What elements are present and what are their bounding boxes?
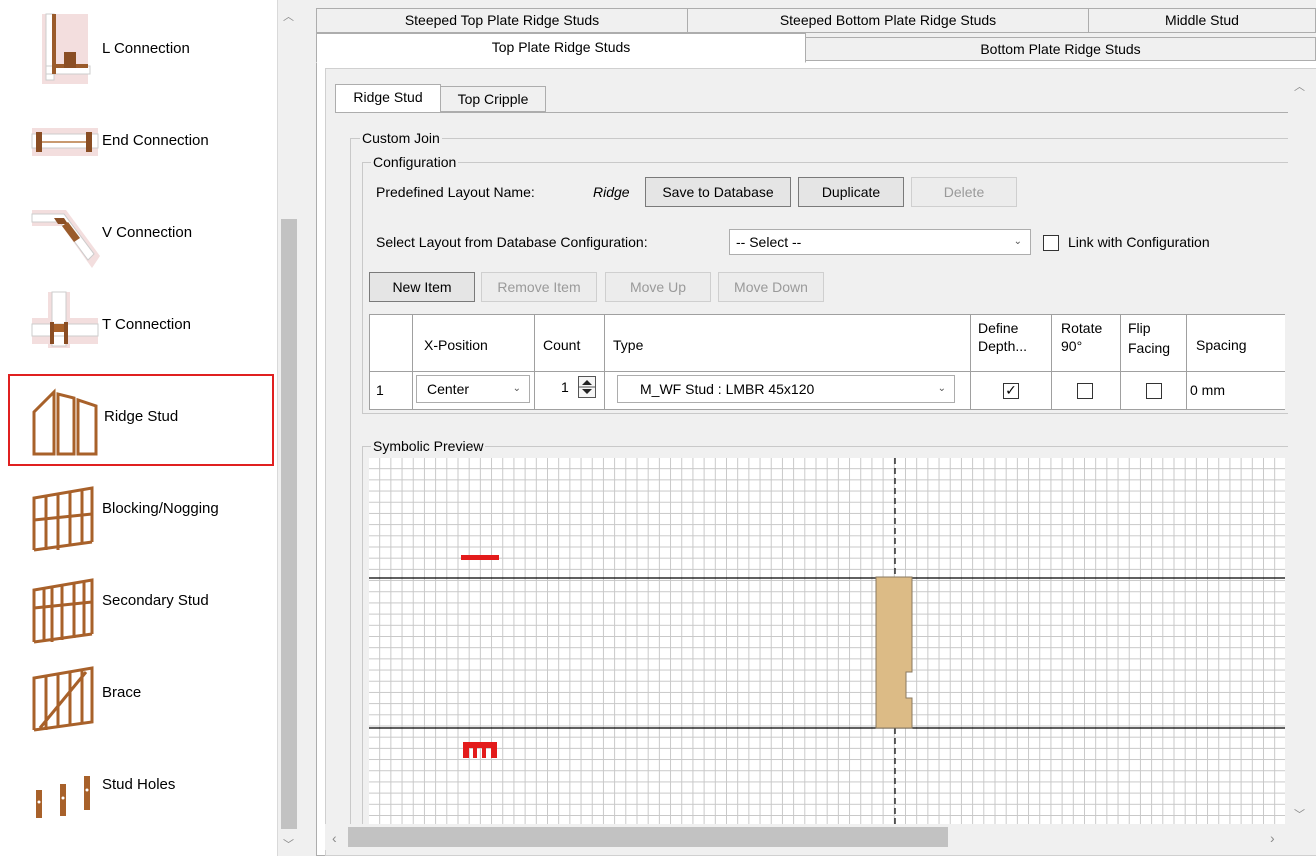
sidebar-item-label: Stud Holes xyxy=(102,776,176,793)
header-flip-2[interactable]: Facing xyxy=(1128,340,1170,357)
x-position-value: Center xyxy=(427,381,470,397)
header-row-divider xyxy=(369,371,1285,372)
t-connection-icon xyxy=(31,291,99,348)
sidebar-item-label: Secondary Stud xyxy=(102,592,209,609)
preview-drawing xyxy=(369,458,1285,824)
sidebar-item-end-connection[interactable]: End Connection xyxy=(8,98,274,182)
sidebar-item-label: Blocking/Nogging xyxy=(102,500,219,517)
subtab-divider xyxy=(335,112,1288,113)
layout-select-value: -- Select -- xyxy=(736,234,802,250)
subtab-top-cripple[interactable]: Top Cripple xyxy=(440,86,546,112)
sidebar-item-label: L Connection xyxy=(102,40,190,57)
header-type[interactable]: Type xyxy=(613,337,643,354)
move-down-button[interactable]: Move Down xyxy=(718,272,824,302)
new-item-button[interactable]: New Item xyxy=(369,272,475,302)
sidebar-item-brace[interactable]: Brace xyxy=(8,654,274,738)
custom-join-title: Custom Join xyxy=(360,129,442,147)
tab-middle-stud[interactable]: Middle Stud xyxy=(1088,8,1316,33)
scroll-down-icon[interactable]: ﹀ xyxy=(283,836,294,852)
type-value: M_WF Stud : LMBR 45x120 xyxy=(640,381,815,397)
count-stepper[interactable] xyxy=(578,376,596,398)
scroll-right-icon[interactable]: › xyxy=(1270,830,1275,846)
l-connection-icon xyxy=(42,13,91,84)
tab-steeped-bottom-plate-ridge-studs[interactable]: Steeped Bottom Plate Ridge Studs xyxy=(687,8,1089,33)
col-divider xyxy=(412,314,413,410)
header-rotate-1[interactable]: Rotate xyxy=(1061,320,1102,337)
sidebar-item-blocking-nogging[interactable]: Blocking/Nogging xyxy=(8,474,274,558)
scroll-down-icon[interactable]: ﹀ xyxy=(1294,806,1305,822)
secondary-stud-icon xyxy=(32,578,94,644)
define-depth-checkbox[interactable]: ✓ xyxy=(1003,383,1019,399)
header-x-position[interactable]: X-Position xyxy=(424,337,488,354)
move-up-button[interactable]: Move Up xyxy=(605,272,711,302)
row-index: 1 xyxy=(376,382,384,398)
top-marker xyxy=(461,555,499,560)
connection-type-list: L Connection End Connection V Connection xyxy=(0,0,278,856)
sidebar-item-t-connection[interactable]: T Connection xyxy=(8,282,274,366)
chevron-down-icon: ⌄ xyxy=(937,383,946,394)
sidebar-item-label: End Connection xyxy=(102,132,209,149)
delete-button[interactable]: Delete xyxy=(911,177,1017,207)
select-layout-label: Select Layout from Database Configuratio… xyxy=(376,234,648,250)
col-divider xyxy=(970,314,971,410)
header-define-depth-2[interactable]: Depth... xyxy=(978,338,1027,355)
col-divider xyxy=(604,314,605,410)
link-with-configuration-label: Link with Configuration xyxy=(1068,234,1210,250)
v-connection-icon xyxy=(31,210,100,268)
ridge-stud-shape xyxy=(875,576,913,729)
col-divider xyxy=(1051,314,1052,410)
x-position-select[interactable]: Center ⌄ xyxy=(416,375,530,403)
chevron-down-icon: ⌄ xyxy=(512,383,521,394)
sidebar-item-stud-holes[interactable]: Stud Holes xyxy=(8,740,274,824)
subtab-ridge-stud[interactable]: Ridge Stud xyxy=(335,84,441,113)
col-divider xyxy=(534,314,535,410)
layout-select[interactable]: -- Select -- ⌄ xyxy=(729,229,1031,255)
remove-item-button[interactable]: Remove Item xyxy=(481,272,597,302)
panel-horizontal-scrollbar-thumb[interactable] xyxy=(348,827,948,847)
sidebar-item-l-connection[interactable]: L Connection xyxy=(8,6,274,90)
sidebar-item-label: T Connection xyxy=(102,316,191,333)
col-divider xyxy=(1186,314,1187,410)
scroll-up-icon[interactable]: ︿ xyxy=(1294,78,1305,94)
layout-name-value: Ridge xyxy=(593,184,630,200)
flip-facing-checkbox[interactable] xyxy=(1146,383,1162,399)
header-count[interactable]: Count xyxy=(543,337,580,354)
sidebar-item-label: Ridge Stud xyxy=(104,408,179,425)
duplicate-button[interactable]: Duplicate xyxy=(798,177,904,207)
panel-vertical-scrollbar[interactable] xyxy=(1288,70,1316,830)
tab-top-plate-ridge-studs[interactable]: Top Plate Ridge Studs xyxy=(316,33,806,63)
header-spacing[interactable]: Spacing xyxy=(1196,337,1247,354)
layout-name-label: Predefined Layout Name: xyxy=(376,184,535,200)
bottom-marker xyxy=(463,742,497,758)
count-value: 1 xyxy=(561,379,569,395)
link-with-configuration-checkbox[interactable] xyxy=(1043,235,1059,251)
scroll-up-icon[interactable]: ︿ xyxy=(283,8,294,24)
tab-steeped-top-plate-ridge-studs[interactable]: Steeped Top Plate Ridge Studs xyxy=(316,8,688,33)
brace-icon xyxy=(32,666,94,732)
save-to-database-button[interactable]: Save to Database xyxy=(645,177,791,207)
header-flip-1[interactable]: Flip xyxy=(1128,320,1151,337)
sidebar-item-label: V Connection xyxy=(102,224,193,241)
sidebar-item-label: Brace xyxy=(102,684,142,701)
rotate-90-checkbox[interactable] xyxy=(1077,383,1093,399)
col-divider xyxy=(1120,314,1121,410)
stepper-arrows-icon xyxy=(579,380,595,394)
type-select[interactable]: M_WF Stud : LMBR 45x120 ⌄ xyxy=(617,375,955,403)
blocking-nogging-icon xyxy=(32,486,94,552)
sidebar-scrollbar-thumb[interactable] xyxy=(281,219,297,829)
spacing-value: 0 mm xyxy=(1190,382,1225,398)
scroll-left-icon[interactable]: ‹ xyxy=(332,830,337,846)
configuration-title: Configuration xyxy=(371,153,459,171)
symbolic-preview-title: Symbolic Preview xyxy=(371,437,486,455)
header-define-depth-1[interactable]: Define xyxy=(978,320,1018,337)
sidebar-item-v-connection[interactable]: V Connection xyxy=(8,190,274,274)
header-rotate-2[interactable]: 90° xyxy=(1061,338,1082,355)
ridge-stud-icon xyxy=(32,388,98,456)
end-connection-icon xyxy=(31,128,99,156)
sidebar-item-ridge-stud[interactable]: Ridge Stud xyxy=(8,374,274,466)
tab-bottom-plate-ridge-studs[interactable]: Bottom Plate Ridge Studs xyxy=(805,37,1316,62)
sidebar-item-secondary-stud[interactable]: Secondary Stud xyxy=(8,566,274,650)
stud-holes-icon xyxy=(36,776,90,818)
chevron-down-icon: ⌄ xyxy=(1013,236,1022,247)
